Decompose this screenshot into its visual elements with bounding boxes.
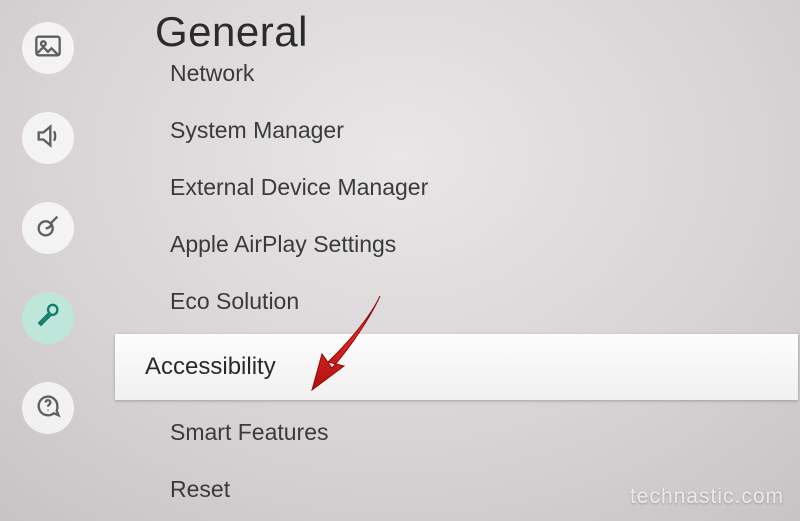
settings-list: Network System Manager External Device M… [115, 56, 800, 518]
sidebar-item-picture[interactable] [22, 22, 74, 74]
menu-item-smart-features[interactable]: Smart Features [115, 404, 800, 461]
settings-panel: General Network System Manager External … [115, 0, 800, 521]
speaker-icon [34, 122, 62, 155]
watermark: technastic.com [630, 485, 784, 509]
picture-icon [34, 32, 62, 65]
settings-sidebar [0, 0, 95, 521]
sidebar-item-broadcast[interactable] [22, 202, 74, 254]
menu-item-network[interactable]: Network [115, 56, 800, 102]
support-icon [34, 392, 62, 425]
sidebar-item-general[interactable] [22, 292, 74, 344]
page-title: General [155, 0, 800, 56]
wrench-icon [34, 302, 62, 335]
menu-item-eco-solution[interactable]: Eco Solution [115, 273, 800, 330]
menu-item-system-manager[interactable]: System Manager [115, 102, 800, 159]
sidebar-item-sound[interactable] [22, 112, 74, 164]
menu-item-external-device[interactable]: External Device Manager [115, 159, 800, 216]
menu-item-accessibility[interactable]: Accessibility [115, 334, 798, 400]
satellite-icon [34, 212, 62, 245]
menu-item-airplay[interactable]: Apple AirPlay Settings [115, 216, 800, 273]
sidebar-item-support[interactable] [22, 382, 74, 434]
